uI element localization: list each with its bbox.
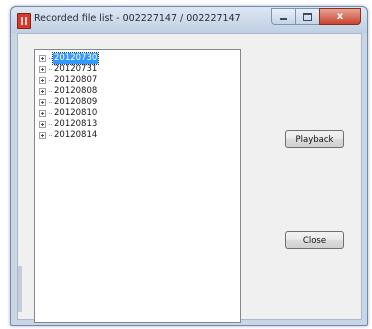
close-button[interactable]: Close <box>285 231 344 249</box>
plus-expander-icon[interactable] <box>39 132 46 139</box>
tree-item-20120808[interactable]: 20120808 <box>39 86 98 97</box>
left-edge-grip <box>18 266 22 312</box>
recorded-file-tree[interactable]: 20120730 20120731 20120807 20120808 2012 <box>34 49 241 323</box>
plus-expander-icon[interactable] <box>39 55 46 62</box>
title-bar[interactable]: Recorded file list - 002227147 / 0022271… <box>11 7 367 33</box>
tree-item-label[interactable]: 20120807 <box>53 75 98 86</box>
tree-connector <box>49 101 52 104</box>
tree-item-label[interactable]: 20120731 <box>53 64 98 75</box>
tree-item-20120809[interactable]: 20120809 <box>39 97 98 108</box>
tree-item-label[interactable]: 20120808 <box>53 86 98 97</box>
plus-expander-icon[interactable] <box>39 99 46 106</box>
tree-connector <box>49 68 52 71</box>
tree-item-20120814[interactable]: 20120814 <box>39 130 98 141</box>
recorded-file-list-window: Recorded file list - 002227147 / 0022271… <box>10 6 368 326</box>
tree-connector <box>49 134 52 137</box>
tree-connector <box>49 79 52 82</box>
tree-item-label[interactable]: 20120813 <box>53 119 98 130</box>
tree-connector <box>49 123 52 126</box>
maximize-button[interactable] <box>295 8 320 25</box>
tree-item-label[interactable]: 20120814 <box>53 130 98 141</box>
plus-expander-icon[interactable] <box>39 66 46 73</box>
tree-connector <box>49 112 52 115</box>
window-title: Recorded file list - 002227147 / 0022271… <box>34 13 241 24</box>
tree-item-20120731[interactable]: 20120731 <box>39 64 98 75</box>
caption-buttons: x <box>271 8 361 25</box>
tree-item-20120810[interactable]: 20120810 <box>39 108 98 119</box>
minimize-icon <box>280 18 287 20</box>
plus-expander-icon[interactable] <box>39 77 46 84</box>
tree-item-20120730[interactable]: 20120730 <box>39 52 100 65</box>
tree-item-20120813[interactable]: 20120813 <box>39 119 98 130</box>
tree-item-label[interactable]: 20120809 <box>53 97 98 108</box>
plus-expander-icon[interactable] <box>39 110 46 117</box>
maximize-icon <box>303 13 312 21</box>
tree-connector <box>49 90 52 93</box>
playback-button[interactable]: Playback <box>285 130 344 148</box>
close-icon: x <box>336 11 344 22</box>
plus-expander-icon[interactable] <box>39 88 46 95</box>
minimize-button[interactable] <box>271 8 296 25</box>
close-window-button[interactable]: x <box>319 8 361 25</box>
tree-item-label[interactable]: 20120810 <box>53 108 98 119</box>
tree-item-20120807[interactable]: 20120807 <box>39 75 98 86</box>
tree-item-label[interactable]: 20120730 <box>51 52 100 65</box>
tree-connector <box>49 57 52 60</box>
app-icon[interactable] <box>17 13 31 29</box>
dialog-client-area: 20120730 20120731 20120807 20120808 2012 <box>17 33 362 323</box>
plus-expander-icon[interactable] <box>39 121 46 128</box>
